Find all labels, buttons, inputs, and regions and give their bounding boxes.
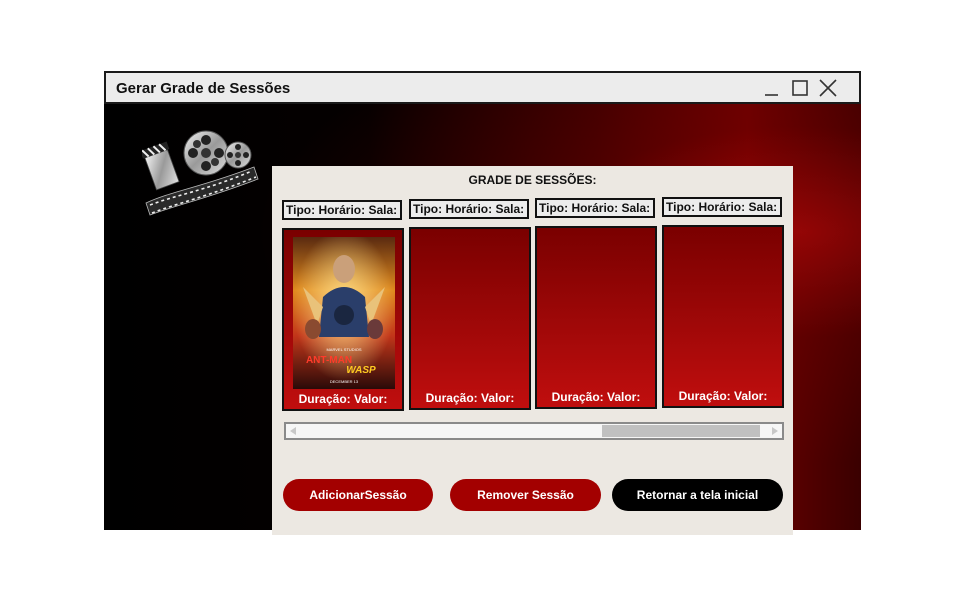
maximize-icon[interactable] — [789, 77, 811, 99]
film-reel-icon — [183, 130, 252, 176]
horizontal-scrollbar[interactable] — [284, 422, 784, 440]
svg-text:MARVEL STUDIOS: MARVEL STUDIOS — [326, 347, 361, 352]
svg-text:WASP: WASP — [346, 365, 376, 376]
scrollbar-thumb[interactable] — [602, 425, 760, 437]
session-duration-label: Duração: Valor: — [678, 389, 768, 403]
svg-text:DECEMBER 13: DECEMBER 13 — [330, 379, 359, 384]
window-background: GRADE DE SESSÕES: Tipo: Horário: Sala: M… — [104, 104, 861, 535]
scroll-left-icon[interactable] — [290, 427, 296, 435]
add-session-button[interactable]: AdicionarSessão — [283, 479, 433, 511]
session-duration-label: Duração: Valor: — [425, 391, 515, 405]
return-home-button[interactable]: Retornar a tela inicial — [612, 479, 783, 511]
session-card[interactable]: Duração: Valor: — [535, 226, 657, 409]
session-info-label: Tipo: Horário: Sala: — [282, 200, 402, 220]
session-card[interactable]: MARVEL STUDIOS ANT-MAN WASP DECEMBER 13 … — [282, 228, 404, 411]
session-info-label: Tipo: Horário: Sala: — [662, 197, 782, 217]
clapperboard-icon — [140, 141, 180, 191]
app-window: Gerar Grade de Sessões GRADE DE SESSÕES:… — [104, 71, 861, 535]
session-info-label: Tipo: Horário: Sala: — [535, 198, 655, 218]
movie-poster: MARVEL STUDIOS ANT-MAN WASP DECEMBER 13 — [293, 237, 395, 389]
svg-text:ANT-MAN: ANT-MAN — [306, 355, 352, 366]
close-icon[interactable] — [817, 77, 839, 99]
sessions-panel: GRADE DE SESSÕES: Tipo: Horário: Sala: M… — [272, 166, 793, 535]
session-duration-label: Duração: Valor: — [551, 390, 641, 404]
minimize-icon[interactable] — [761, 77, 783, 99]
session-info-label: Tipo: Horário: Sala: — [409, 199, 529, 219]
panel-title: GRADE DE SESSÕES: — [468, 173, 597, 187]
session-duration-label: Duração: Valor: — [298, 392, 388, 406]
title-bar[interactable]: Gerar Grade de Sessões — [104, 71, 861, 104]
session-card[interactable]: Duração: Valor: — [662, 225, 784, 408]
cinema-logo — [140, 129, 260, 219]
session-card[interactable]: Duração: Valor: — [409, 227, 531, 410]
remove-session-button[interactable]: Remover Sessão — [450, 479, 601, 511]
window-title: Gerar Grade de Sessões — [116, 80, 291, 97]
scroll-right-icon[interactable] — [772, 427, 778, 435]
